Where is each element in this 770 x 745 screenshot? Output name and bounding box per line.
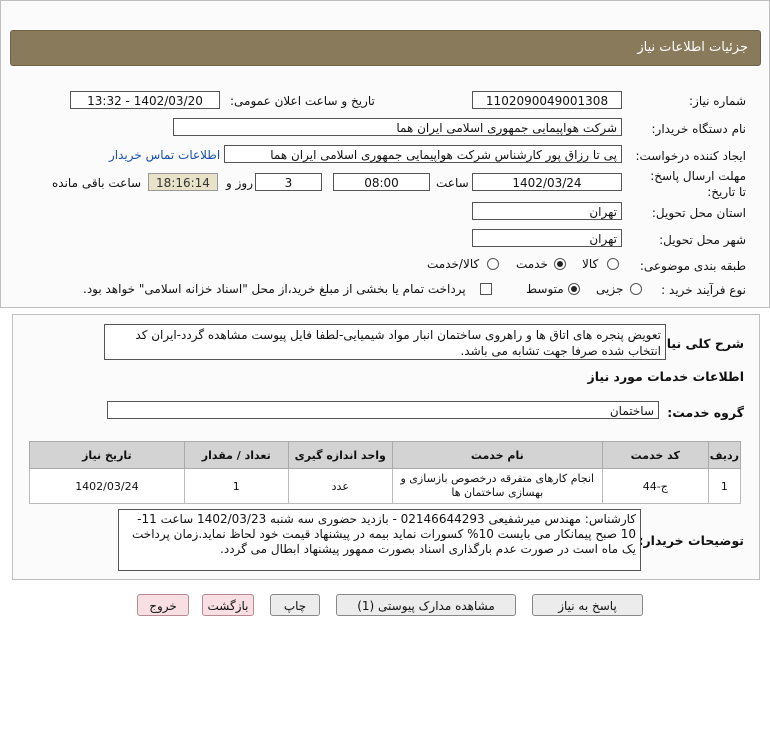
buyer-org-field[interactable]: شرکت هواپیمایی جمهوری اسلامی ایران هما [173, 118, 622, 136]
category-service-radio[interactable] [554, 258, 566, 270]
creator-field[interactable]: پی تا رزاق پور کارشناس شرکت هواپیمایی جم… [224, 145, 622, 163]
creator-label: ایجاد کننده درخواست: [635, 149, 746, 163]
days-field[interactable]: 3 [255, 173, 322, 191]
days-label: روز و [226, 176, 253, 190]
reply-button[interactable]: پاسخ به نیاز [532, 594, 643, 616]
cell-row: 1 [707, 468, 742, 504]
need-number-label: شماره نیاز: [689, 94, 746, 108]
back-button[interactable]: بازگشت [202, 594, 254, 616]
announce-field[interactable]: 1402/03/20 - 13:32 [70, 91, 220, 109]
cell-qty: 1 [183, 468, 289, 504]
service-group-field[interactable]: ساختمان [107, 401, 659, 419]
treasury-payment-checkbox[interactable] [480, 283, 492, 295]
buyer-notes-label: توضیحات خریدار: [638, 533, 744, 548]
buyer-notes-text: کارشناس: مهندس میرشفیعی 02146644293 - با… [118, 509, 641, 571]
service-group-label: گروه خدمت: [667, 405, 744, 420]
col-unit: واحد اندازه گیری [287, 441, 393, 469]
summary-text: تعویض پنجره های اتاق ها و راهروی ساختمان… [104, 324, 666, 360]
cell-code: ج-44 [601, 468, 709, 504]
col-row: ردیف [707, 441, 742, 469]
contact-buyer-link[interactable]: اطلاعات تماس خریدار [109, 148, 220, 162]
page-title: جزئیات اطلاعات نیاز [637, 40, 748, 55]
announce-label: تاریخ و ساعت اعلان عمومی: [230, 94, 375, 108]
category-both-radio[interactable] [487, 258, 499, 270]
cell-date: 1402/03/24 [29, 468, 185, 504]
deadline-date-field[interactable]: 1402/03/24 [472, 173, 622, 191]
category-service-label: خدمت [516, 257, 548, 271]
process-medium-label: متوسط [526, 282, 564, 296]
deadline-label: مهلت ارسال پاسخ: تا تاریخ: [650, 169, 746, 199]
exit-button[interactable]: خروج [137, 594, 189, 616]
payment-note: پرداخت تمام یا بخشی از مبلغ خرید،از محل … [83, 282, 466, 296]
table-row: 1 ج-44 انجام کارهای متفرقه درخصوص بازساز… [29, 468, 742, 504]
deadline-time-field[interactable]: 08:00 [333, 173, 430, 191]
province-field[interactable]: تهران [472, 202, 622, 220]
remaining-label: ساعت باقی مانده [52, 176, 142, 190]
remaining-time-field: 18:16:14 [148, 173, 218, 191]
page-header: جزئیات اطلاعات نیاز [10, 30, 761, 66]
category-goods-label: کالا [582, 257, 599, 271]
process-minor-label: جزیی [596, 282, 624, 296]
process-minor-radio[interactable] [630, 283, 642, 295]
col-code: کد خدمت [601, 441, 709, 469]
process-label: نوع فرآیند خرید : [661, 283, 746, 297]
process-medium-radio[interactable] [568, 283, 580, 295]
print-button[interactable]: چاپ [270, 594, 320, 616]
attachments-button[interactable]: مشاهده مدارک پیوستی (1) [336, 594, 516, 616]
city-label: شهر محل تحویل: [659, 233, 746, 247]
buyer-org-label: نام دستگاه خریدار: [651, 122, 747, 136]
col-date: تاریخ نیاز [29, 441, 185, 469]
summary-label: شرح کلی نیاز: [654, 336, 744, 351]
hour-label: ساعت [436, 176, 469, 190]
need-number-field[interactable]: 1102090049001308 [472, 91, 622, 109]
cell-name: انجام کارهای متفرقه درخصوص بازسازی و بهس… [391, 468, 603, 504]
services-table: ردیف کد خدمت نام خدمت واحد اندازه گیری ت… [29, 441, 742, 504]
city-field[interactable]: تهران [472, 229, 622, 247]
category-label: طبقه بندی موضوعی: [639, 259, 746, 273]
category-both-label: کالا/خدمت [427, 257, 480, 271]
province-label: استان محل تحویل: [651, 206, 746, 220]
col-name: نام خدمت [391, 441, 603, 469]
category-goods-radio[interactable] [607, 258, 619, 270]
col-qty: تعداد / مقدار [183, 441, 289, 469]
cell-unit: عدد [287, 468, 393, 504]
services-heading: اطلاعات خدمات مورد نیاز [587, 369, 745, 384]
